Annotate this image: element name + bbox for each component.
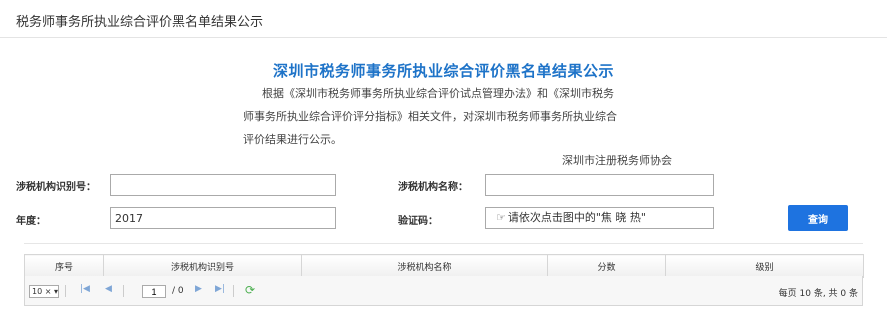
notice-signature: 深圳市注册税务师协会 — [562, 154, 672, 167]
captcha-hint: 请依次点击图中的"焦 晓 热" — [507, 211, 646, 224]
org-name-label: 涉税机构名称： — [398, 182, 468, 193]
pointing-hand-icon: ☞ — [496, 211, 506, 224]
notice-line-1: 根据《深圳市税务师事务所执业综合评价试点管理办法》和《深圳市税务 — [262, 87, 614, 100]
notice-line-2: 师事务所执业综合评价评分指标》相关文件，对深圳市税务师事务所执业综合 — [243, 110, 617, 123]
column-header-level[interactable]: 级别 — [665, 254, 864, 278]
next-page-icon[interactable]: ▶ — [195, 284, 202, 294]
pager-divider — [65, 285, 66, 297]
column-header-org-name[interactable]: 涉税机构名称 — [301, 254, 548, 278]
total-pages: / 0 — [172, 286, 184, 296]
column-header-org-id[interactable]: 涉税机构识别号 — [103, 254, 302, 278]
chevron-down-icon: ▾ — [53, 287, 58, 296]
org-id-input[interactable] — [110, 174, 336, 196]
notice-line-3: 评价结果进行公示。 — [243, 133, 342, 146]
last-page-icon[interactable]: ▶| — [215, 284, 225, 294]
org-id-label: 涉税机构识别号： — [16, 182, 96, 193]
page-size-select[interactable]: 10 × ▾ — [29, 285, 59, 298]
table-header-row: 序号 涉税机构识别号 涉税机构名称 分数 级别 — [24, 254, 864, 278]
page-size-value: 10 × — [32, 287, 52, 296]
refresh-icon[interactable]: ⟳ — [245, 283, 255, 297]
column-header-index[interactable]: 序号 — [24, 254, 104, 278]
first-page-icon[interactable]: |◀ — [80, 284, 90, 294]
pager-summary: 每页 10 条, 共 0 条 — [778, 289, 858, 299]
results-table: 序号 涉税机构识别号 涉税机构名称 分数 级别 — [24, 254, 864, 278]
pager: 10 × ▾ |◀ ◀ / 0 ▶ ▶| ⟳ 每页 10 条, 共 0 条 — [24, 276, 863, 306]
pager-divider — [233, 285, 234, 297]
org-name-input[interactable] — [485, 174, 714, 196]
year-input[interactable] — [110, 207, 336, 229]
pager-divider — [123, 285, 124, 297]
prev-page-icon[interactable]: ◀ — [105, 284, 112, 294]
page-number-input[interactable] — [142, 285, 166, 298]
page-header: 税务师事务所执业综合评价黑名单结果公示 — [0, 0, 887, 38]
captcha-box[interactable]: ☞ 请依次点击图中的"焦 晓 热" — [485, 207, 714, 229]
notice-title: 深圳市税务师事务所执业综合评价黑名单结果公示 — [272, 62, 614, 80]
captcha-label: 验证码： — [398, 216, 438, 227]
divider — [24, 243, 863, 244]
column-header-score[interactable]: 分数 — [547, 254, 666, 278]
page-title: 税务师事务所执业综合评价黑名单结果公示 — [16, 15, 264, 30]
year-label: 年度： — [16, 216, 46, 227]
query-button[interactable]: 查询 — [788, 205, 848, 231]
